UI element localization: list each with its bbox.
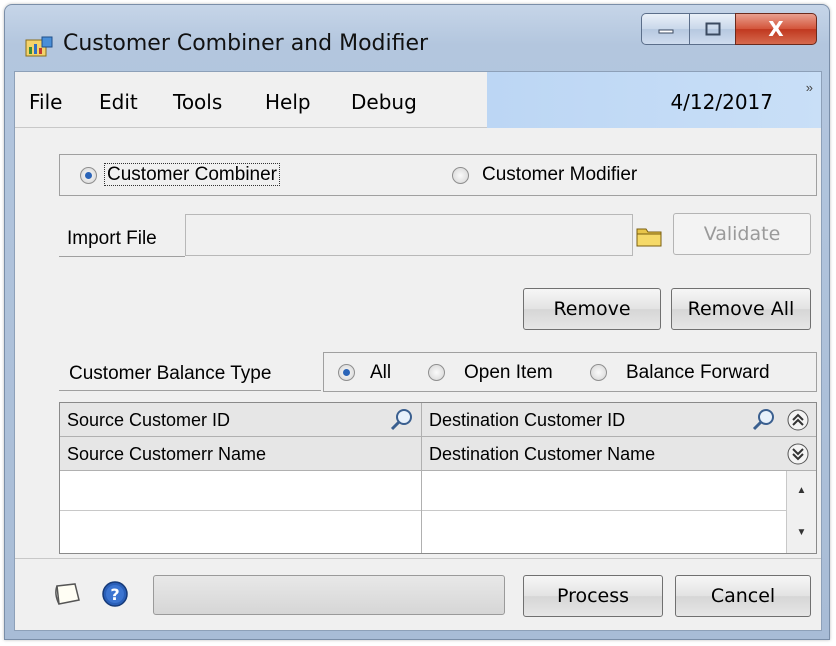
remove-button[interactable]: Remove bbox=[523, 288, 661, 330]
scroll-down-arrow-icon[interactable]: ▼ bbox=[791, 521, 812, 543]
maximize-button[interactable] bbox=[689, 13, 735, 45]
customer-grid: Source Customer ID Destination Customer … bbox=[59, 402, 817, 554]
grid-header-row-2: Source Customerr Name Destination Custom… bbox=[60, 437, 816, 471]
mode-radio-group: Customer Combiner Customer Modifier bbox=[59, 154, 817, 196]
radio-customer-combiner[interactable] bbox=[80, 167, 97, 184]
balance-type-radio-group: All Open Item Balance Forward bbox=[323, 352, 817, 392]
menu-edit[interactable]: Edit bbox=[99, 90, 138, 114]
window-title: Customer Combiner and Modifier bbox=[63, 31, 429, 56]
footer-divider bbox=[15, 558, 821, 559]
label-all[interactable]: All bbox=[370, 362, 391, 384]
dialog-window: Customer Combiner and Modifier X File Ed… bbox=[4, 4, 830, 640]
expand-rows-icon[interactable] bbox=[786, 442, 810, 471]
user-date[interactable]: 4/12/2017 bbox=[670, 90, 773, 114]
overflow-chevron-icon[interactable]: » bbox=[806, 80, 813, 95]
lookup-icon[interactable] bbox=[752, 408, 776, 437]
menu-tools[interactable]: Tools bbox=[173, 90, 222, 114]
remove-all-button[interactable]: Remove All bbox=[671, 288, 811, 330]
import-file-input[interactable] bbox=[185, 214, 633, 256]
import-file-label: Import File bbox=[67, 228, 157, 249]
application-icon bbox=[25, 35, 53, 59]
date-bar: 4/12/2017 » bbox=[487, 72, 821, 128]
radio-all[interactable] bbox=[338, 364, 355, 381]
label-customer-combiner[interactable]: Customer Combiner bbox=[104, 163, 280, 186]
dialog-body: File Edit Tools Help Debug 4/12/2017 » C… bbox=[14, 71, 822, 631]
close-button[interactable]: X bbox=[735, 13, 817, 45]
label-underline bbox=[59, 256, 185, 257]
label-underline bbox=[59, 390, 321, 391]
process-button[interactable]: Process bbox=[523, 575, 663, 617]
radio-open-item[interactable] bbox=[428, 364, 445, 381]
grid-header-row: Source Customer ID Destination Customer … bbox=[60, 403, 816, 437]
header-source-customer-name[interactable]: Source Customerr Name bbox=[60, 437, 422, 470]
table-row[interactable] bbox=[60, 511, 786, 551]
progress-bar bbox=[153, 575, 505, 615]
header-source-customer-id[interactable]: Source Customer ID bbox=[60, 403, 422, 436]
maximize-icon bbox=[705, 22, 720, 36]
cell-destination[interactable] bbox=[422, 511, 786, 551]
header-destination-customer-id[interactable]: Destination Customer ID bbox=[422, 403, 782, 436]
validate-button[interactable]: Validate bbox=[673, 213, 811, 255]
menu-file[interactable]: File bbox=[29, 90, 62, 114]
menu-help[interactable]: Help bbox=[265, 90, 311, 114]
table-row[interactable] bbox=[60, 471, 786, 511]
folder-browse-icon[interactable] bbox=[635, 224, 663, 248]
header-destination-customer-name[interactable]: Destination Customer Name bbox=[422, 437, 782, 470]
label-balance-forward[interactable]: Balance Forward bbox=[626, 362, 770, 384]
lookup-icon[interactable] bbox=[390, 408, 414, 437]
grid-scrollbar[interactable]: ▲ ▼ bbox=[786, 471, 816, 553]
cell-source[interactable] bbox=[60, 511, 422, 551]
balance-type-label: Customer Balance Type bbox=[69, 363, 272, 384]
column-divider bbox=[421, 403, 422, 553]
menu-bar: File Edit Tools Help Debug 4/12/2017 » bbox=[15, 72, 821, 128]
cell-destination[interactable] bbox=[422, 471, 786, 510]
note-icon[interactable] bbox=[53, 582, 81, 611]
title-bar[interactable]: Customer Combiner and Modifier X bbox=[5, 5, 829, 75]
menu-debug[interactable]: Debug bbox=[351, 90, 417, 114]
label-open-item[interactable]: Open Item bbox=[464, 362, 553, 384]
minimize-icon bbox=[658, 29, 673, 34]
help-icon[interactable]: ? bbox=[101, 580, 129, 613]
collapse-rows-icon[interactable] bbox=[786, 408, 810, 437]
svg-text:?: ? bbox=[110, 585, 119, 604]
close-icon: X bbox=[768, 17, 784, 41]
window-controls: X bbox=[641, 13, 817, 47]
cancel-button[interactable]: Cancel bbox=[675, 575, 811, 617]
radio-customer-modifier[interactable] bbox=[452, 167, 469, 184]
cell-source[interactable] bbox=[60, 471, 422, 510]
scroll-up-arrow-icon[interactable]: ▲ bbox=[791, 479, 812, 501]
radio-balance-forward[interactable] bbox=[590, 364, 607, 381]
minimize-button[interactable] bbox=[641, 13, 689, 45]
label-customer-modifier[interactable]: Customer Modifier bbox=[482, 164, 637, 186]
